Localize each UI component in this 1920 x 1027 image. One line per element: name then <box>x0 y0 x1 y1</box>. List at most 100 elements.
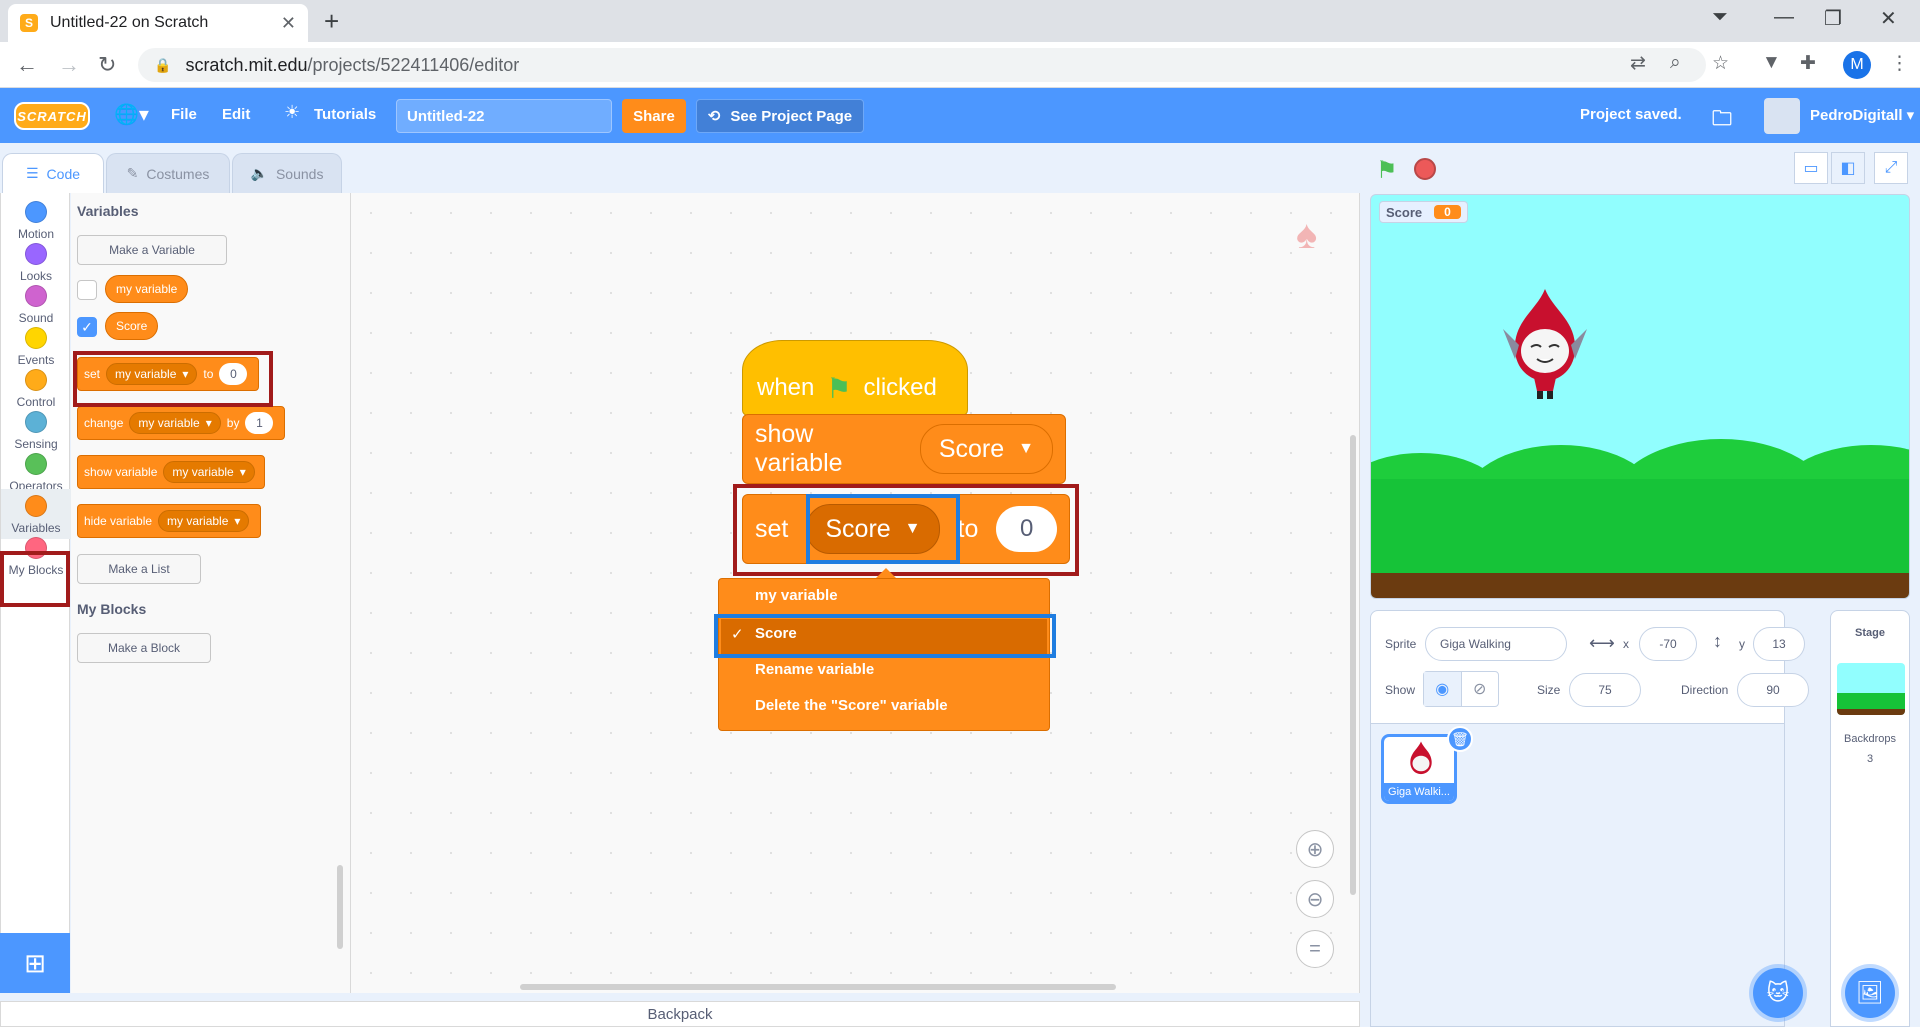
dropdown-caret-icon: ▼ <box>1018 440 1034 457</box>
remix-arrows-icon: ⟲ <box>707 108 721 125</box>
direction-input[interactable]: 90 <box>1737 673 1809 707</box>
tab-code[interactable]: ☰ Code <box>2 153 104 193</box>
workspace-vertical-scrollbar[interactable] <box>1350 435 1356 895</box>
category-dot-icon <box>25 411 47 433</box>
my-stuff-folder-icon[interactable]: 🗀 <box>1712 104 1732 138</box>
close-window-icon[interactable]: ✕ <box>1880 6 1897 31</box>
reload-icon[interactable]: ↻ <box>98 52 116 78</box>
see-project-page-label: See Project Page <box>730 107 853 125</box>
x-input[interactable]: -70 <box>1639 627 1697 661</box>
translate-icon[interactable]: ⇄ <box>1630 52 1646 75</box>
make-list-button[interactable]: Make a List <box>77 554 201 584</box>
username[interactable]: PedroDigitall ▾ <box>1810 106 1914 124</box>
sprite-name-input[interactable]: Giga Walking <box>1425 627 1567 661</box>
puzzle-icon[interactable]: ✚ <box>1800 52 1816 75</box>
score-monitor[interactable]: Score 0 <box>1379 201 1468 223</box>
show-variable-script-block[interactable]: show variable Score ▼ <box>742 414 1066 484</box>
browser-tab-bar: S Untitled-22 on Scratch ✕ + ⏷ — ❐ ✕ <box>0 0 1920 42</box>
giga-sprite-icon[interactable] <box>1497 289 1593 399</box>
share-button[interactable]: Share <box>622 99 686 133</box>
new-tab-icon[interactable]: + <box>324 6 339 37</box>
save-status: Project saved. <box>1580 106 1682 123</box>
fullscreen-icon[interactable]: ⤢ <box>1874 152 1908 184</box>
close-tab-icon[interactable]: ✕ <box>281 13 296 34</box>
add-sprite-button[interactable]: 🐱 <box>1753 968 1803 1018</box>
code-icon: ☰ <box>25 165 39 181</box>
normal-stage-view-icon[interactable]: ◧ <box>1831 152 1865 184</box>
dropdown-item-rename-variable[interactable]: Rename variable <box>755 661 874 678</box>
minimize-icon[interactable]: — <box>1774 6 1794 29</box>
when-flag-clicked-block[interactable]: when ⚑ clicked <box>742 340 968 416</box>
score-checkbox[interactable]: ✓ <box>77 317 97 337</box>
show-variable-dropdown[interactable]: my variable ▾ <box>163 461 255 483</box>
profile-avatar[interactable]: M <box>1843 51 1871 79</box>
bookmark-star-icon[interactable]: ☆ <box>1712 52 1729 75</box>
see-project-page-button[interactable]: ⟲ See Project Page <box>696 99 864 133</box>
scratch-logo[interactable]: SCRATCH <box>14 102 90 130</box>
category-dot-icon <box>25 369 47 391</box>
my-variable-checkbox[interactable] <box>77 280 97 300</box>
user-avatar[interactable] <box>1764 98 1800 134</box>
dropdown-pointer <box>876 568 896 578</box>
tutorials-menu[interactable]: Tutorials <box>314 106 376 123</box>
variables-heading: Variables <box>77 203 139 219</box>
dropdown-item-delete-variable[interactable]: Delete the "Score" variable <box>755 697 948 714</box>
stop-sign-icon[interactable] <box>1414 158 1436 180</box>
workspace-horizontal-scrollbar[interactable] <box>520 984 1116 990</box>
edit-menu[interactable]: Edit <box>222 106 250 123</box>
stage-selector-panel[interactable]: Stage Backdrops 3 <box>1830 610 1910 1027</box>
show-variable-script-dropdown[interactable]: Score ▼ <box>919 424 1053 474</box>
change-variable-dropdown[interactable]: my variable ▾ <box>129 412 221 434</box>
show-visible-eye-icon[interactable]: ◉ <box>1424 672 1462 706</box>
make-variable-button[interactable]: Make a Variable <box>77 235 227 265</box>
url-path: /projects/522411406/editor <box>307 54 520 75</box>
backpack-bar[interactable]: Backpack <box>0 1001 1360 1027</box>
change-value-input[interactable]: 1 <box>245 412 274 434</box>
back-icon[interactable]: ← <box>16 52 38 78</box>
category-dot-icon <box>25 453 47 475</box>
globe-language-icon[interactable]: 🌐▾ <box>114 102 149 127</box>
tab-sounds[interactable]: 🔈 Sounds <box>232 153 342 193</box>
y-input[interactable]: 13 <box>1753 627 1805 661</box>
highlight-variables-category <box>0 551 70 607</box>
palette-scrollbar[interactable] <box>337 865 343 949</box>
zoom-reset-button[interactable]: = <box>1296 930 1334 968</box>
browser-tab[interactable]: S Untitled-22 on Scratch ✕ <box>8 4 308 42</box>
zoom-out-button[interactable]: ⊖ <box>1296 880 1334 918</box>
sprite-thumbnail-giga[interactable]: Giga Walki... <box>1381 734 1457 804</box>
stage-canvas[interactable]: Score 0 <box>1370 194 1910 599</box>
hide-eye-icon[interactable]: ⊘ <box>1462 672 1499 706</box>
zoom-in-button[interactable]: ⊕ <box>1296 830 1334 868</box>
hide-variable-block[interactable]: hide variable my variable ▾ <box>77 504 261 538</box>
forward-icon[interactable]: → <box>58 52 80 78</box>
my-blocks-heading: My Blocks <box>77 601 147 617</box>
url-field[interactable]: 🔒 scratch.mit.edu/projects/522411406/edi… <box>138 48 1706 82</box>
tab-costumes[interactable]: ✎ Costumes <box>106 153 230 193</box>
score-reporter[interactable]: Score <box>105 312 159 340</box>
stage-thumbnail[interactable] <box>1837 663 1905 715</box>
dropdown-item-my-variable[interactable]: my variable <box>755 587 838 604</box>
small-stage-view-icon[interactable]: ▭ <box>1794 152 1828 184</box>
zoom-icon[interactable]: ⌕ <box>1670 52 1681 74</box>
my-variable-reporter[interactable]: my variable <box>105 275 189 303</box>
add-extension-button[interactable]: ⊞ <box>0 933 70 993</box>
add-backdrop-button[interactable]: 🖼 <box>1845 968 1895 1018</box>
show-variable-block[interactable]: show variable my variable ▾ <box>77 455 265 489</box>
address-bar: ← → ↻ 🔒 scratch.mit.edu/projects/5224114… <box>0 42 1920 88</box>
sprite-list: Giga Walki... 🗑 <box>1370 724 1785 1027</box>
green-flag-run-icon[interactable]: ⚑ <box>1376 156 1398 185</box>
delete-sprite-icon[interactable]: 🗑 <box>1447 726 1473 752</box>
tab-search-icon[interactable]: ⏷ <box>1712 6 1728 29</box>
project-title-input[interactable]: Untitled-22 <box>396 99 612 133</box>
show-toggle: ◉ ⊘ <box>1423 671 1499 707</box>
ground-strip <box>1371 573 1909 598</box>
browser-menu-icon[interactable]: ⋮ <box>1890 52 1909 75</box>
extension-icon[interactable]: ▼ <box>1762 52 1781 74</box>
size-input[interactable]: 75 <box>1569 673 1641 707</box>
restore-icon[interactable]: ❐ <box>1824 6 1842 31</box>
hide-variable-dropdown[interactable]: my variable ▾ <box>158 510 250 532</box>
score-monitor-value: 0 <box>1434 205 1461 219</box>
change-variable-block[interactable]: change my variable ▾ by 1 <box>77 406 285 440</box>
file-menu[interactable]: File <box>171 106 197 123</box>
make-block-button[interactable]: Make a Block <box>77 633 211 663</box>
